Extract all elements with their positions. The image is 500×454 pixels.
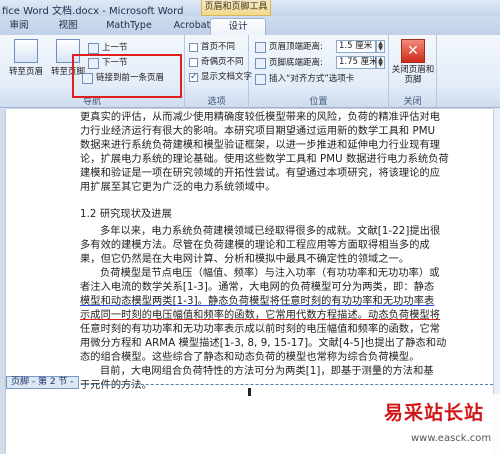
show-document-text-label: 显示文档文字 <box>201 72 253 82</box>
show-document-text-checkbox[interactable]: 显示文档文字 <box>189 71 252 84</box>
header-distance-icon <box>255 42 266 53</box>
title-bar: fice Word 文档.docx - Microsoft Word 页眉和页脚… <box>0 0 500 17</box>
doc-line: 模型和动态模型两类[1-3]。静态负荷模型将任意时刻的有功功率和无功功率表 <box>80 296 435 307</box>
group-position-label: 位置 <box>309 97 328 107</box>
close-header-footer-button[interactable]: ✕ 关闭页眉和页脚 <box>391 39 435 85</box>
doc-line: 用扩展至其它更为广泛的电力系统领域中。 <box>80 182 276 193</box>
doc-line: 多有效的建模方法。尽管在负荷建模的理论和工程应用等方面取得相当多的成 <box>80 240 430 251</box>
header-distance-label: 页眉顶端距离: <box>269 42 323 52</box>
alignment-tab-icon <box>255 74 266 85</box>
different-odd-even-checkbox[interactable]: 奇偶页不同 <box>189 56 244 69</box>
doc-line: 果，但它仍然是在大电网计算、分析和模拟中最具不确定性的领域之一。 <box>80 254 410 265</box>
previous-section-icon <box>88 43 99 54</box>
footer-distance-spinner[interactable]: ▲ ▼ <box>376 56 385 69</box>
tab-review[interactable]: 审阅 <box>4 18 34 35</box>
goto-header-icon <box>14 39 38 63</box>
doc-line: 负荷模型是节点电压（幅值、频率）与注入功率（有功功率和无功功率）或 <box>100 268 440 279</box>
insert-alignment-tab-label: 插入“对齐方式”选项卡 <box>269 74 355 84</box>
different-odd-even-label: 奇偶页不同 <box>201 57 244 67</box>
doc-line: 数据来进行系统负荷建模和模型验证框架，以进一步推进和延伸电力行业现有理 <box>80 140 441 151</box>
goto-header-button[interactable]: 转至页眉 <box>8 39 44 77</box>
doc-line: 态的组合模型。这些综合了静态和动态负荷的模型也常称为综合负荷模型。 <box>80 352 420 363</box>
watermark-name: 易采站长站 <box>384 402 485 424</box>
different-first-page-label: 首页不同 <box>201 42 236 52</box>
tab-design[interactable]: 设计 <box>210 18 266 35</box>
first-page-check-icon <box>189 43 198 52</box>
doc-line: 多年以来，电力系统负荷建模领域已经取得很多的成就。文献[1-22]提出很 <box>100 226 441 237</box>
footer-distance-icon <box>255 58 266 69</box>
tab-view[interactable]: 视图 <box>53 18 83 35</box>
doc-line: 者注入电流的数学关系[1-3]。通常，大电网的负荷模型可分为两类，即：静态 <box>80 282 435 293</box>
group-position: 页眉顶端距离: 1.5 厘米 ▲ ▼ 页脚底端距离: 1.75 厘米 ▲ ▼ 插入“… <box>249 35 389 108</box>
footer-distance-label-row: 页脚底端距离: <box>255 57 323 70</box>
doc-line: 任意时刻的有功功率和无功功率表示成以前时刻的电压幅值和频率的函数，它常 <box>80 324 441 335</box>
group-options-label: 选项 <box>207 97 226 107</box>
tab-mathtype[interactable]: MathType <box>98 18 160 35</box>
doc-line: 用微分方程和 ARMA 模型描述[1-3, 8, 9, 15-17]。文献[4-… <box>80 338 447 349</box>
footer-distance-input[interactable]: 1.75 厘米 <box>336 56 378 69</box>
doc-line: 示成同一时刻的电压幅值和频率的函数，它常用代数方程描述。动态负荷模型将 <box>80 310 441 321</box>
insert-alignment-tab-button[interactable]: 插入“对齐方式”选项卡 <box>255 73 354 86</box>
doc-line: 更真实的评估，从而减少使用精确度较低模型带来的风险，负荷的精准评估对电 <box>80 112 441 123</box>
tab-acrobat[interactable]: Acrobat <box>168 18 216 35</box>
group-close-label: 关闭 <box>403 97 422 107</box>
doc-line: 力行业经济运行有很大的影响。本研究项目期望通过运用新的数学工具和 PMU <box>80 126 436 137</box>
different-first-page-checkbox[interactable]: 首页不同 <box>189 41 235 54</box>
header-distance-input[interactable]: 1.5 厘米 <box>336 40 376 53</box>
annotation-highlight-box <box>72 54 182 98</box>
watermark-url: www.easck.com <box>411 433 492 444</box>
ribbon-tab-row: 审阅 视图 MathType Acrobat 设计 <box>0 16 500 35</box>
goto-header-label: 转至页眉 <box>8 67 43 77</box>
footer-distance-label: 页脚底端距离: <box>269 58 323 68</box>
doc-line: 目前，大电网组合负荷特性的方法可分为两类[1]，即基于测量的方法和基 <box>100 366 434 377</box>
group-options: 首页不同 奇偶页不同 显示文档文字 选项 <box>185 35 252 108</box>
doc-line: 建模和验证是一项在研究领域的开拓性尝试。有望通过本项研究，将该理论的应 <box>80 168 441 179</box>
header-distance-spinner[interactable]: ▲ ▼ <box>376 40 385 53</box>
group-close: ✕ 关闭页眉和页脚 关闭 <box>389 35 437 108</box>
contextual-tab-group-title: 页眉和页脚工具 <box>201 0 271 16</box>
window-title: fice Word 文档.docx - Microsoft Word <box>2 6 184 17</box>
odd-even-check-icon <box>189 58 198 67</box>
doc-line: 论，扩展电力系统的理论基础。使用这些数学工具和 PMU 数据进行电力系统负荷 <box>80 154 449 165</box>
footer-section-tag: 页脚 - 第 2 节 - <box>6 376 79 389</box>
footer-boundary-line <box>6 384 493 385</box>
close-icon: ✕ <box>401 39 425 63</box>
text-cursor <box>248 388 251 396</box>
header-distance-label-row: 页眉顶端距离: <box>255 41 323 54</box>
section-heading: 1.2 研究现状及进展 <box>80 209 172 220</box>
show-text-check-icon <box>189 71 198 84</box>
close-header-footer-label: 关闭页眉和页脚 <box>391 65 435 85</box>
